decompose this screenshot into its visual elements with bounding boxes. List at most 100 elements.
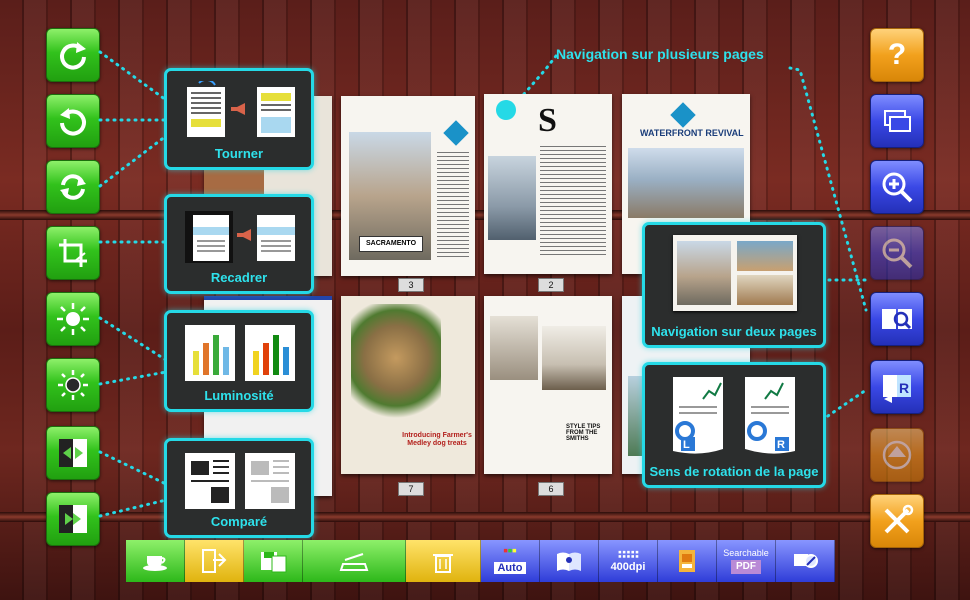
diamond-badge: [670, 102, 696, 128]
article-text: [540, 146, 606, 258]
help-button[interactable]: ?: [870, 28, 924, 82]
svg-text:R: R: [899, 380, 909, 396]
spread-right-photo-bottom: [737, 275, 793, 305]
coffee-cup-icon: [143, 556, 167, 571]
callout-brightness: Luminosité: [164, 310, 314, 412]
settings-toggle-button[interactable]: [776, 540, 835, 582]
settings-button[interactable]: [870, 494, 924, 548]
navigation-marker-dot: [496, 100, 516, 120]
dpi-label: 400dpi: [610, 561, 646, 573]
left-direction-letter: L: [683, 439, 690, 451]
spread-right-photo-top: [737, 241, 793, 271]
dog-treats-photo: [351, 304, 441, 424]
save-disk-icon: [261, 552, 287, 573]
scanner-icon: [339, 553, 369, 571]
two-page-spread-illustration: [673, 235, 797, 311]
book-zoom-icon: [882, 309, 912, 330]
eject-icon: [882, 440, 912, 470]
page-direction-icon: R: [883, 375, 911, 403]
callout-rotate-label: Tourner: [214, 146, 264, 161]
rotate-illustration-icon: [187, 81, 295, 137]
dog-treats-title: Introducing Farmer's Medley dog treats: [402, 432, 472, 447]
callout-two-page-nav-label: Navigation sur deux pages: [651, 324, 817, 339]
eject-button[interactable]: [870, 428, 924, 482]
zoom-out-button[interactable]: [870, 226, 924, 280]
compare-illustration-icon: [185, 453, 295, 509]
callout-crop-label: Recadrer: [210, 270, 268, 285]
auto-color-button[interactable]: Auto: [481, 540, 540, 582]
waterfront-photo: [628, 148, 744, 218]
save-button[interactable]: [244, 540, 303, 582]
page-direction-button[interactable]: R: [870, 360, 924, 414]
page-header-bar: [204, 296, 332, 300]
delete-button[interactable]: [406, 540, 481, 582]
style-tips-title: STYLE TIPS FROM THE SMITHS: [566, 424, 601, 442]
rotate-ccw-button[interactable]: [46, 94, 100, 148]
rotate-180-icon: [60, 174, 86, 200]
thumbnail-page-3[interactable]: SACRAMENTO: [341, 96, 475, 276]
pdf-label: PDF: [731, 560, 761, 574]
sun-bright-icon: [57, 303, 89, 335]
diamond-badge: [443, 120, 469, 146]
bottom-toolbar: Auto 400dpi Searchable PDF: [126, 540, 835, 582]
windows-icon: [884, 110, 911, 132]
callout-two-page-nav: Navigation sur deux pages: [642, 222, 826, 348]
auto-label: Auto: [494, 562, 526, 574]
book-mode-button[interactable]: [540, 540, 599, 582]
spread-left-photo: [677, 241, 731, 305]
crop-button[interactable]: [46, 226, 100, 280]
page-number-7: 7: [398, 482, 424, 496]
thumbnail-page-7[interactable]: Introducing Farmer's Medley dog treats: [341, 296, 475, 474]
brightness-down-button[interactable]: [46, 358, 100, 412]
sun-dim-icon: [58, 370, 88, 400]
two-page-view-button[interactable]: [870, 292, 924, 346]
waterfront-title: WATERFRONT REVIVAL: [640, 128, 744, 138]
city-photo: [488, 156, 536, 240]
brightness-up-button[interactable]: [46, 292, 100, 346]
file-format-button[interactable]: [658, 540, 717, 582]
searchable-label: Searchable: [723, 548, 769, 558]
crop-illustration-icon: [185, 211, 295, 263]
resolution-button[interactable]: 400dpi: [599, 540, 658, 582]
compare-left-button[interactable]: [46, 426, 100, 480]
couple-photo: [490, 316, 538, 380]
rotate-cw-button[interactable]: [46, 28, 100, 82]
tools-icon: [884, 504, 914, 534]
compare-arrows-icon: [59, 439, 87, 467]
open-book-icon: [557, 552, 581, 571]
coffee-button[interactable]: [126, 540, 185, 582]
page-number-2: 2: [538, 278, 564, 292]
thumbnail-page-6[interactable]: STYLE TIPS FROM THE SMITHS: [484, 296, 612, 474]
scan-button[interactable]: [303, 540, 406, 582]
callout-page-direction-label: Sens de rotation de la page: [649, 464, 819, 479]
exit-door-icon: [202, 549, 227, 573]
exit-button[interactable]: [185, 540, 244, 582]
zoom-out-icon: [882, 238, 913, 269]
thumbnail-page-2[interactable]: S: [484, 94, 612, 274]
interior-photo: [542, 326, 606, 390]
callout-compare-label: Comparé: [210, 514, 268, 529]
page-number-3: 3: [398, 278, 424, 292]
rotate-180-button[interactable]: [46, 160, 100, 214]
scanner-app-window: ? R SACRAMENTO 3 S 2 WATERFRONT REVIVAL …: [0, 0, 970, 600]
question-mark-icon: ?: [887, 38, 907, 71]
card-settings-icon: [794, 554, 818, 568]
compare-right-button[interactable]: [46, 492, 100, 546]
callout-compare: Comparé: [164, 438, 314, 538]
sacramento-title: SACRAMENTO: [359, 236, 423, 252]
rotate-counterclockwise-icon: [60, 108, 86, 136]
callout-page-direction: L R Sens de rotation de la page: [642, 362, 826, 488]
rotate-clockwise-icon: [60, 42, 86, 70]
multi-page-navigation-label: Navigation sur plusieurs pages: [556, 46, 764, 62]
right-direction-letter: R: [777, 439, 785, 451]
window-button[interactable]: [870, 94, 924, 148]
searchable-pdf-button[interactable]: Searchable PDF: [717, 540, 776, 582]
bookshelf-board: [0, 512, 970, 522]
callout-crop: Recadrer: [164, 194, 314, 294]
callout-rotate: Tourner: [164, 68, 314, 170]
trash-icon: [433, 554, 453, 573]
zoom-in-button[interactable]: [870, 160, 924, 214]
color-auto-icon: [503, 548, 517, 553]
compare-swap-icon: [59, 505, 87, 533]
crop-icon: [59, 239, 87, 267]
